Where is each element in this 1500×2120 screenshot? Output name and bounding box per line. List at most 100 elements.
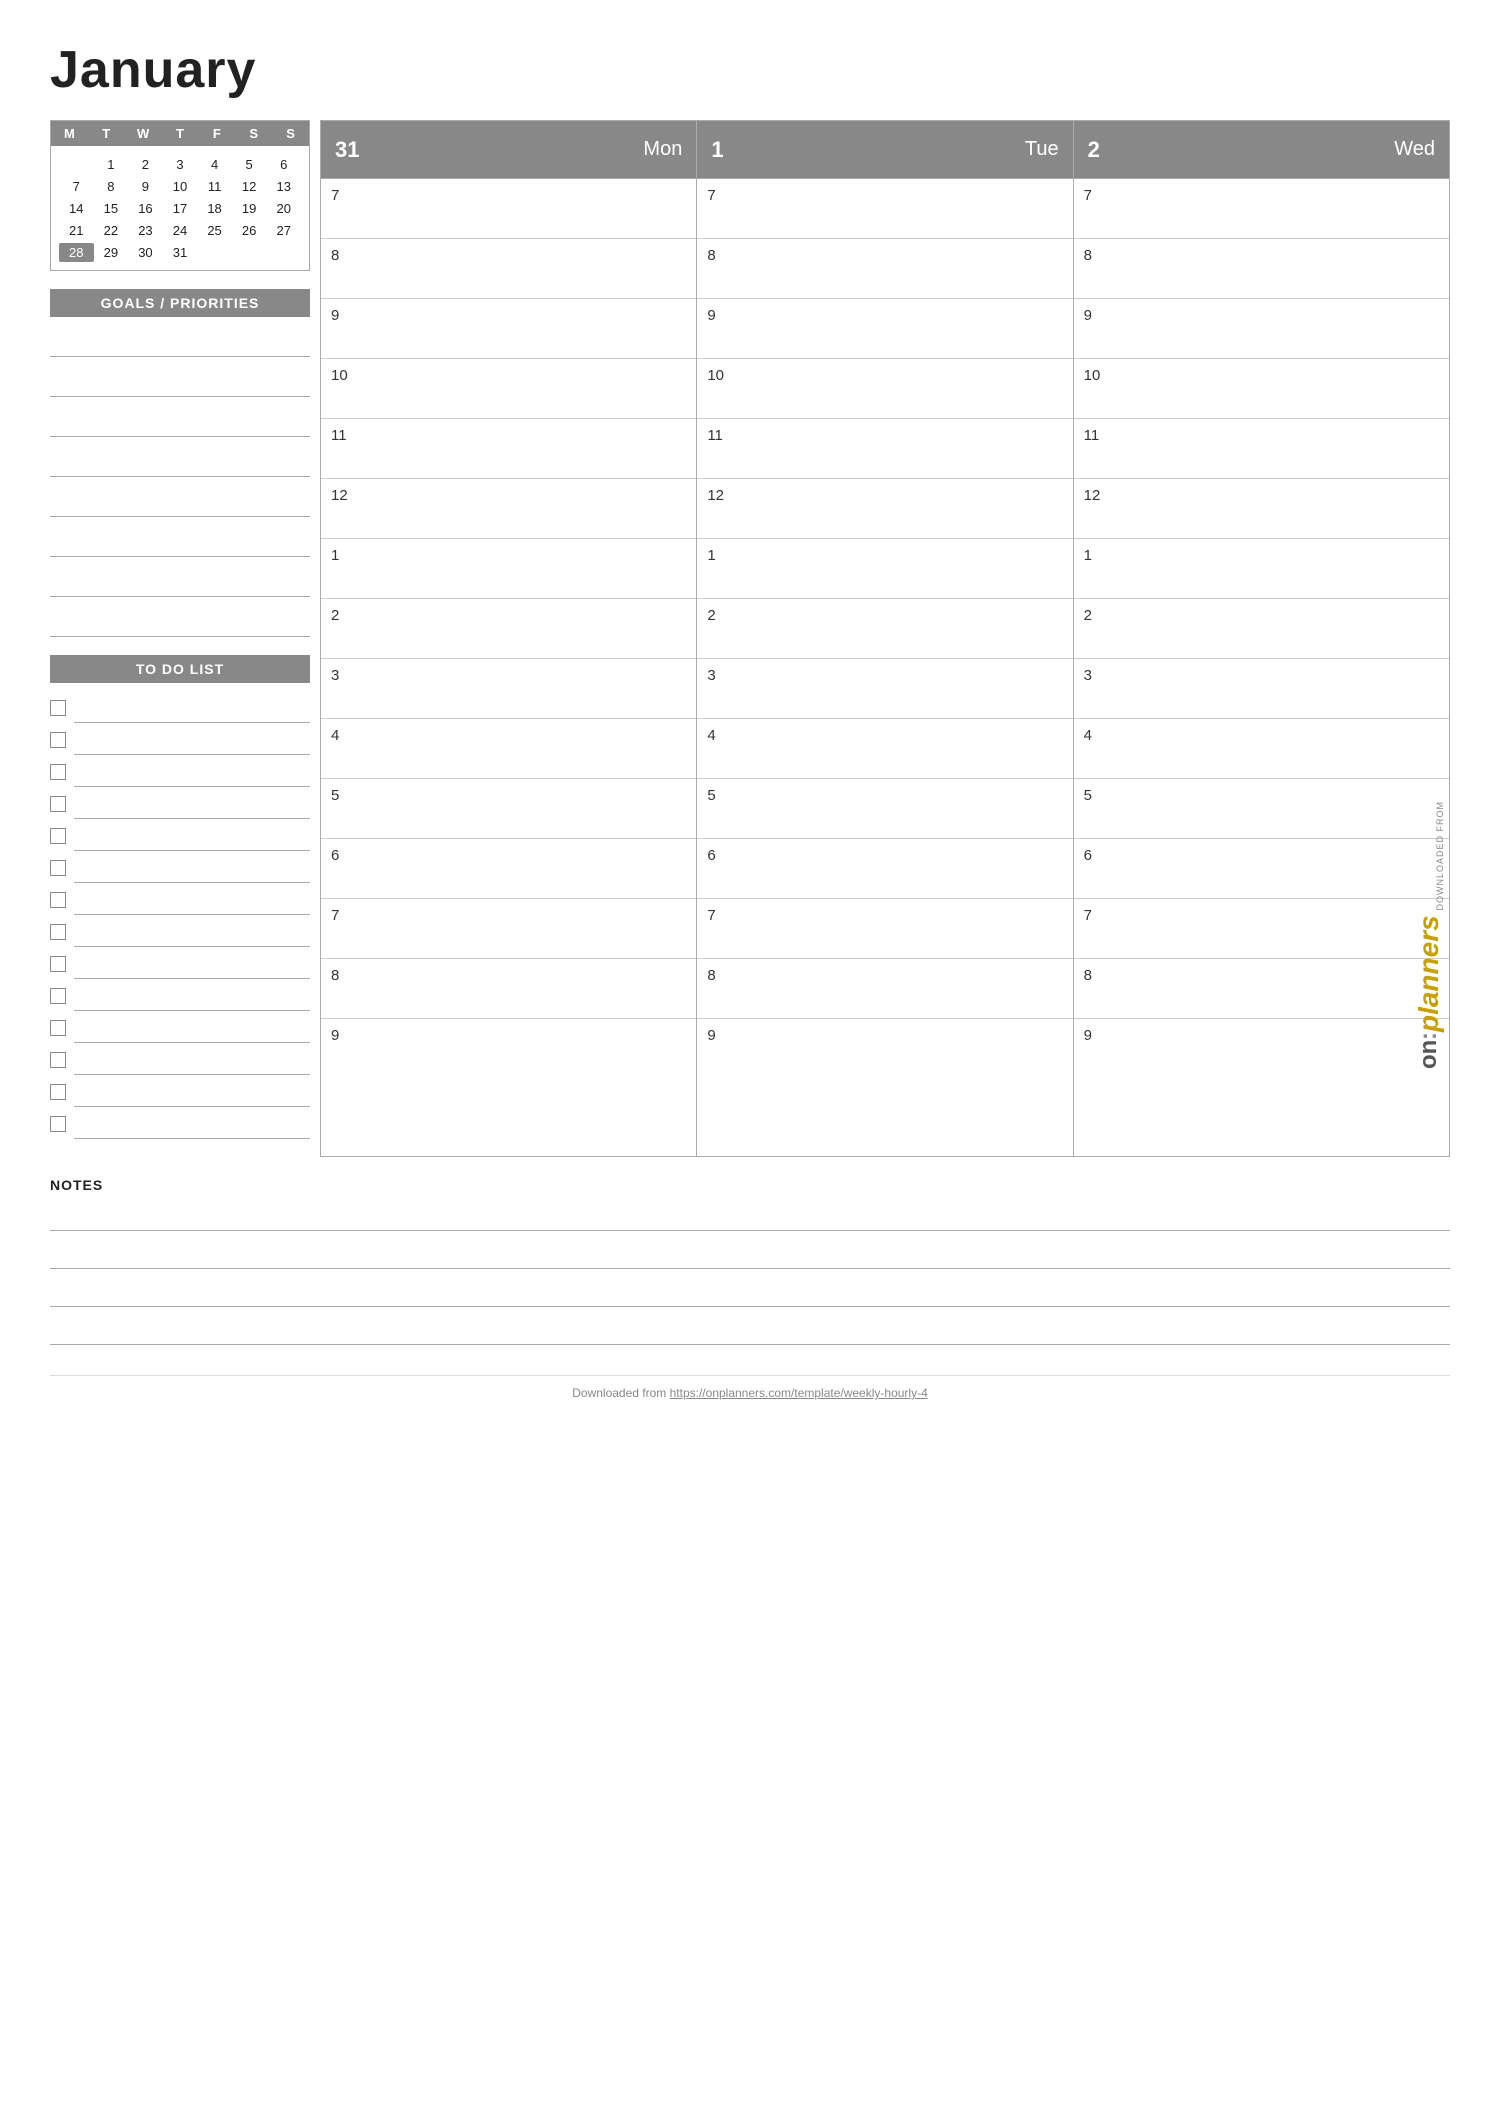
day-header-tue: 1 Tue bbox=[697, 121, 1072, 179]
mini-cal-grid: 123456 78910111213 14151617181920 212223… bbox=[51, 146, 309, 270]
hour-row-wed-6[interactable]: 6 bbox=[1074, 839, 1449, 899]
hour-row-tue-5[interactable]: 5 bbox=[697, 779, 1072, 839]
todo-checkbox-14[interactable] bbox=[50, 1116, 66, 1132]
day-header-mon: 31 Mon bbox=[321, 121, 696, 179]
todo-line-3[interactable] bbox=[74, 757, 310, 787]
notes-line-3[interactable] bbox=[50, 1277, 1450, 1307]
hour-row-tue-12[interactable]: 12 bbox=[697, 479, 1072, 539]
todo-line-1[interactable] bbox=[74, 693, 310, 723]
hour-row-mon-1[interactable]: 1 bbox=[321, 539, 696, 599]
hour-label-wed-1: 1 bbox=[1084, 545, 1112, 564]
hour-row-mon-8b[interactable]: 8 bbox=[321, 959, 696, 1019]
hour-row-tue-6[interactable]: 6 bbox=[697, 839, 1072, 899]
hour-row-wed-2[interactable]: 2 bbox=[1074, 599, 1449, 659]
todo-line-6[interactable] bbox=[74, 853, 310, 883]
hour-row-mon-9[interactable]: 9 bbox=[321, 299, 696, 359]
hour-row-tue-2[interactable]: 2 bbox=[697, 599, 1072, 659]
todo-line-7[interactable] bbox=[74, 885, 310, 915]
hour-row-wed-7[interactable]: 7 bbox=[1074, 179, 1449, 239]
hour-row-mon-9b[interactable]: 9 bbox=[321, 1019, 696, 1079]
hour-label-wed-9: 9 bbox=[1084, 305, 1112, 324]
hour-row-wed-8[interactable]: 8 bbox=[1074, 239, 1449, 299]
hour-row-tue-1[interactable]: 1 bbox=[697, 539, 1072, 599]
todo-line-5[interactable] bbox=[74, 821, 310, 851]
hour-row-wed-9[interactable]: 9 bbox=[1074, 299, 1449, 359]
todo-checkbox-2[interactable] bbox=[50, 732, 66, 748]
goal-line-5[interactable] bbox=[50, 487, 310, 517]
todo-checkbox-3[interactable] bbox=[50, 764, 66, 780]
hour-row-tue-3[interactable]: 3 bbox=[697, 659, 1072, 719]
todo-checkbox-5[interactable] bbox=[50, 828, 66, 844]
hour-row-mon-5[interactable]: 5 bbox=[321, 779, 696, 839]
todo-checkbox-11[interactable] bbox=[50, 1020, 66, 1036]
goal-line-1[interactable] bbox=[50, 327, 310, 357]
hour-row-tue-8b[interactable]: 8 bbox=[697, 959, 1072, 1019]
notes-line-2[interactable] bbox=[50, 1239, 1450, 1269]
hour-label-mon-12: 12 bbox=[331, 485, 359, 504]
hour-row-tue-9b[interactable]: 9 bbox=[697, 1019, 1072, 1079]
hour-row-tue-7b[interactable]: 7 bbox=[697, 899, 1072, 959]
hour-row-wed-3[interactable]: 3 bbox=[1074, 659, 1449, 719]
todo-item-5 bbox=[50, 821, 310, 851]
hour-row-mon-11[interactable]: 11 bbox=[321, 419, 696, 479]
hour-row-wed-4[interactable]: 4 bbox=[1074, 719, 1449, 779]
todo-line-2[interactable] bbox=[74, 725, 310, 755]
goal-line-7[interactable] bbox=[50, 567, 310, 597]
hour-row-mon-3[interactable]: 3 bbox=[321, 659, 696, 719]
todo-line-4[interactable] bbox=[74, 789, 310, 819]
todo-line-9[interactable] bbox=[74, 949, 310, 979]
hour-row-tue-11[interactable]: 11 bbox=[697, 419, 1072, 479]
hour-label-wed-2: 2 bbox=[1084, 605, 1112, 624]
todo-checkbox-4[interactable] bbox=[50, 796, 66, 812]
mini-cal-header: M T W T F S S bbox=[51, 121, 309, 146]
todo-line-12[interactable] bbox=[74, 1045, 310, 1075]
goal-line-2[interactable] bbox=[50, 367, 310, 397]
hour-row-wed-7b[interactable]: 7 bbox=[1074, 899, 1449, 959]
todo-line-10[interactable] bbox=[74, 981, 310, 1011]
hour-row-wed-12[interactable]: 12 bbox=[1074, 479, 1449, 539]
todo-checkbox-6[interactable] bbox=[50, 860, 66, 876]
todo-checkbox-8[interactable] bbox=[50, 924, 66, 940]
notes-line-4[interactable] bbox=[50, 1315, 1450, 1345]
goal-line-6[interactable] bbox=[50, 527, 310, 557]
hour-label-wed-12: 12 bbox=[1084, 485, 1112, 504]
hour-row-wed-8b[interactable]: 8 bbox=[1074, 959, 1449, 1019]
hour-label-mon-3: 3 bbox=[331, 665, 359, 684]
todo-line-8[interactable] bbox=[74, 917, 310, 947]
hour-label-tue-2: 2 bbox=[707, 605, 735, 624]
todo-line-11[interactable] bbox=[74, 1013, 310, 1043]
hour-label-mon-1: 1 bbox=[331, 545, 359, 564]
todo-line-14[interactable] bbox=[74, 1109, 310, 1139]
goal-line-3[interactable] bbox=[50, 407, 310, 437]
hour-row-mon-8[interactable]: 8 bbox=[321, 239, 696, 299]
hour-row-wed-5[interactable]: 5 bbox=[1074, 779, 1449, 839]
hour-row-tue-10[interactable]: 10 bbox=[697, 359, 1072, 419]
todo-checkbox-9[interactable] bbox=[50, 956, 66, 972]
hour-row-mon-10[interactable]: 10 bbox=[321, 359, 696, 419]
hour-row-wed-1[interactable]: 1 bbox=[1074, 539, 1449, 599]
hour-row-tue-7[interactable]: 7 bbox=[697, 179, 1072, 239]
todo-checkbox-12[interactable] bbox=[50, 1052, 66, 1068]
goal-line-4[interactable] bbox=[50, 447, 310, 477]
todo-checkbox-10[interactable] bbox=[50, 988, 66, 1004]
hour-row-wed-9b[interactable]: 9 DOWNLOADED FROM on:planners bbox=[1074, 1019, 1449, 1079]
todo-checkbox-7[interactable] bbox=[50, 892, 66, 908]
hour-row-mon-7[interactable]: 7 bbox=[321, 179, 696, 239]
notes-line-1[interactable] bbox=[50, 1201, 1450, 1231]
todo-checkbox-13[interactable] bbox=[50, 1084, 66, 1100]
footer-link[interactable]: https://onplanners.com/template/weekly-h… bbox=[670, 1386, 928, 1400]
hour-row-mon-7b[interactable]: 7 bbox=[321, 899, 696, 959]
hour-row-wed-10[interactable]: 10 bbox=[1074, 359, 1449, 419]
goal-line-8[interactable] bbox=[50, 607, 310, 637]
hour-row-tue-9[interactable]: 9 bbox=[697, 299, 1072, 359]
todo-checkbox-1[interactable] bbox=[50, 700, 66, 716]
hour-row-mon-2[interactable]: 2 bbox=[321, 599, 696, 659]
hour-row-mon-4[interactable]: 4 bbox=[321, 719, 696, 779]
hour-row-mon-6[interactable]: 6 bbox=[321, 839, 696, 899]
notes-label: NOTES bbox=[50, 1177, 1450, 1193]
hour-row-wed-11[interactable]: 11 bbox=[1074, 419, 1449, 479]
hour-row-mon-12[interactable]: 12 bbox=[321, 479, 696, 539]
hour-row-tue-4[interactable]: 4 bbox=[697, 719, 1072, 779]
hour-row-tue-8[interactable]: 8 bbox=[697, 239, 1072, 299]
todo-line-13[interactable] bbox=[74, 1077, 310, 1107]
